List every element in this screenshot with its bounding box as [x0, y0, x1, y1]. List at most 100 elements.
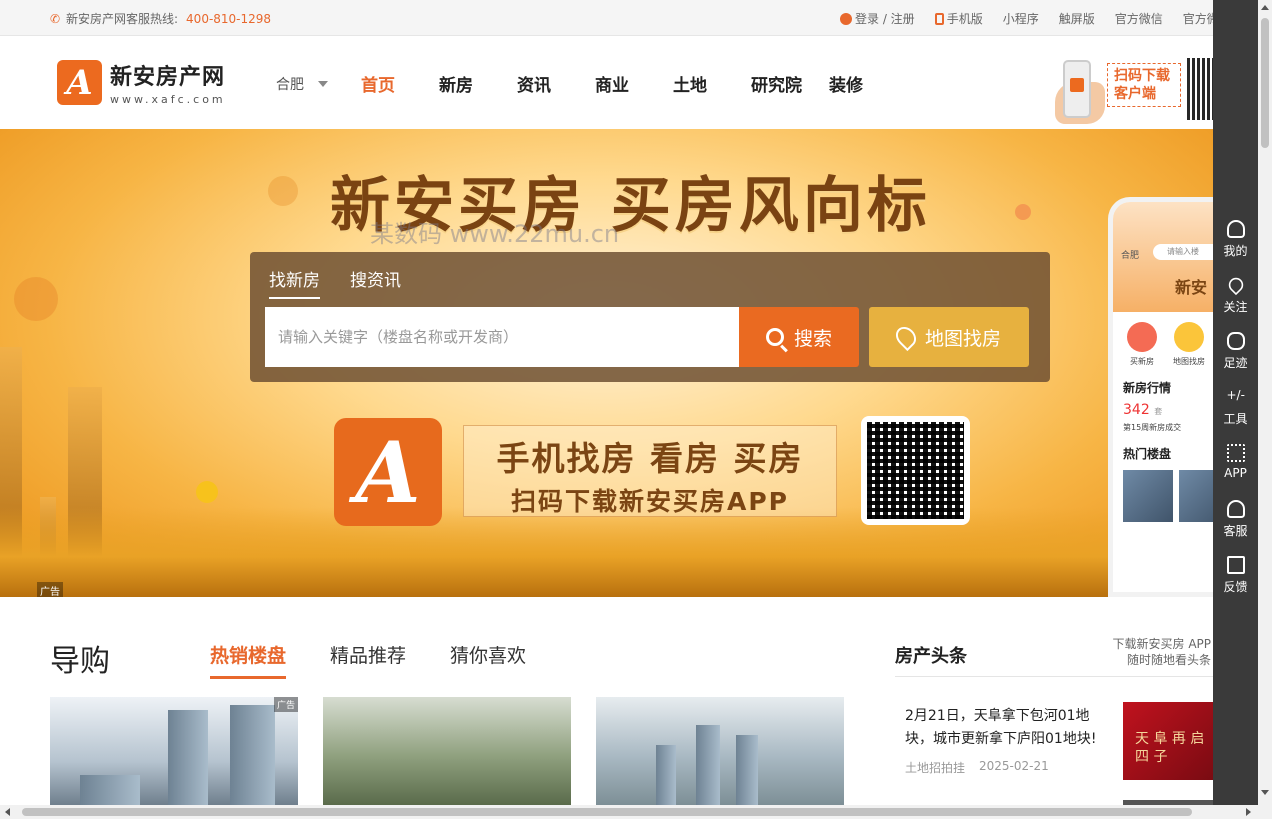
- sidebar-item-history[interactable]: 足迹: [1213, 332, 1258, 371]
- city-selector[interactable]: 合肥: [276, 74, 328, 94]
- phone-sub: 第15周新房成交: [1123, 423, 1182, 432]
- scroll-right-icon[interactable]: [1246, 808, 1251, 816]
- search-button[interactable]: 搜索: [739, 307, 859, 367]
- phone-count: 342 套: [1123, 402, 1163, 418]
- sidebar-item-follow[interactable]: 关注: [1213, 274, 1258, 315]
- guide-tabs: 热销楼盘 精品推荐 猜你喜欢: [210, 641, 526, 679]
- top-links: 登录 / 注册 手机版 小程序 触屏版 官方微信 官方微: [840, 10, 1219, 27]
- login-link[interactable]: 登录 / 注册: [840, 10, 915, 27]
- mobile-link[interactable]: 手机版: [934, 10, 983, 27]
- floating-sidebar: 我的 关注 足迹 工具 APP 客服 反馈: [1213, 0, 1258, 819]
- news-meta: 土地招拍挂 2025-02-21: [905, 759, 1049, 776]
- search-input[interactable]: [265, 307, 739, 367]
- nav-commercial[interactable]: 商业: [595, 71, 673, 96]
- download-text: 扫码下载客户端: [1107, 63, 1181, 107]
- app-qr-code: [861, 416, 970, 525]
- news-headline[interactable]: 2月21日，天阜拿下包河01地块，城市更新拿下庐阳01地块!: [905, 705, 1105, 751]
- qr-code-icon: [1187, 58, 1215, 120]
- hotline: ✆ 新安房产网客服热线: 400-810-1298: [50, 10, 271, 27]
- news-section-title: 房产头条: [895, 646, 967, 667]
- news-download-hint[interactable]: 下载新安买房 APP 随时随地看头条: [1095, 636, 1212, 668]
- phone-thumb: [1123, 470, 1173, 522]
- nav-decoration[interactable]: 装修: [829, 71, 907, 96]
- property-card[interactable]: 广告: [50, 697, 298, 805]
- map-search-button[interactable]: 地图找房: [869, 307, 1029, 367]
- user-icon: [1226, 220, 1245, 238]
- search-panel: 找新房 搜资讯 搜索 地图找房: [250, 252, 1050, 382]
- nav-home[interactable]: 首页: [361, 71, 439, 96]
- scroll-left-icon[interactable]: [5, 808, 10, 816]
- logo-title: 新安房产网: [110, 65, 226, 90]
- phone-icon-label: 地图找房: [1173, 357, 1205, 366]
- tab-recommended[interactable]: 精品推荐: [330, 641, 406, 679]
- sidebar-item-app[interactable]: APP: [1213, 444, 1258, 480]
- map-search-label: 地图找房: [924, 327, 1001, 350]
- miniprogram-link[interactable]: 小程序: [1003, 10, 1039, 27]
- map-icon: [1174, 322, 1204, 352]
- app-logo: A: [334, 418, 442, 526]
- horizontal-scrollbar[interactable]: [0, 805, 1258, 819]
- download-app-promo[interactable]: 扫码下载客户端: [1055, 58, 1215, 130]
- qr-code-icon: [1226, 444, 1245, 462]
- sidebar-item-service[interactable]: 客服: [1213, 500, 1258, 539]
- ad-tag: 广告: [37, 582, 63, 597]
- phone-thumb: [1178, 470, 1213, 522]
- news-thumbnail[interactable]: 天 阜 再 启 四 子: [1123, 702, 1213, 780]
- vertical-scrollbar[interactable]: [1258, 0, 1272, 819]
- scroll-up-icon[interactable]: [1261, 5, 1269, 10]
- property-cards: 广告: [50, 697, 844, 805]
- tab-find-newhouse[interactable]: 找新房: [269, 266, 320, 299]
- phone-search: 请输入楼: [1153, 244, 1213, 260]
- touch-link[interactable]: 触屏版: [1059, 10, 1095, 27]
- sidebar-item-mine[interactable]: 我的: [1213, 220, 1258, 259]
- footprint-icon: [1226, 332, 1245, 350]
- search-tabs: 找新房 搜资讯: [269, 266, 401, 299]
- site-logo[interactable]: A 新安房产网 www.xafc.com: [57, 59, 226, 106]
- property-card[interactable]: [596, 697, 844, 805]
- calculator-icon: [1227, 388, 1245, 406]
- app-promo-line2: 扫码下载新安买房APP: [511, 487, 789, 516]
- wechat-link[interactable]: 官方微信: [1115, 10, 1163, 27]
- decor-orb: [268, 176, 298, 206]
- scroll-thumb[interactable]: [1261, 18, 1269, 148]
- heart-icon: [1225, 274, 1246, 296]
- map-pin-icon: [891, 322, 921, 352]
- decor-orb: [1015, 204, 1031, 220]
- phone-mockup: 合肥 请输入楼 新安 买新房 地图找房 新房行情 342 套 第15周新房成交 …: [1108, 197, 1213, 597]
- scroll-thumb[interactable]: [22, 808, 1192, 816]
- divider: [895, 676, 1213, 677]
- newhouse-icon: [1127, 322, 1157, 352]
- phone-icon-illustration: [1063, 60, 1091, 118]
- decor-orb: [196, 481, 218, 503]
- tab-hot-sale[interactable]: 热销楼盘: [210, 641, 287, 679]
- phone-banner: 新安: [1175, 278, 1208, 297]
- tab-guess-like[interactable]: 猜你喜欢: [450, 641, 526, 679]
- qr-code-icon: [867, 422, 964, 519]
- sidebar-item-feedback[interactable]: 反馈: [1213, 556, 1258, 595]
- feedback-icon: [1226, 556, 1245, 574]
- property-card[interactable]: [323, 697, 571, 805]
- phone-section-title: 新房行情: [1123, 381, 1172, 395]
- header: A 新安房产网 www.xafc.com 合肥 首页 新房 资讯 商业 土地 研…: [0, 36, 1258, 129]
- logo-domain: www.xafc.com: [110, 93, 226, 106]
- app-promo-line1: 手机找房 看房 买房: [496, 439, 804, 478]
- app-promo-text: 手机找房 看房 买房 扫码下载新安买房APP: [463, 425, 837, 517]
- scroll-down-icon[interactable]: [1261, 790, 1269, 795]
- top-bar: ✆ 新安房产网客服热线: 400-810-1298 登录 / 注册 手机版 小程…: [0, 0, 1258, 36]
- search-icon: [765, 328, 784, 346]
- golden-floor: [0, 507, 1213, 597]
- hotline-label: 新安房产网客服热线:: [66, 12, 179, 26]
- tab-search-news[interactable]: 搜资讯: [350, 266, 401, 299]
- nav-news[interactable]: 资讯: [517, 71, 595, 96]
- hero-banner: 新安买房 买房风向标 某数码 www.22mu.cn 找新房 搜资讯 搜索 地图…: [0, 129, 1213, 597]
- nav-land[interactable]: 土地: [673, 71, 751, 96]
- nav-newhouse[interactable]: 新房: [439, 71, 517, 96]
- phone-city: 合肥: [1121, 251, 1140, 261]
- phone-icon: ✆: [50, 11, 61, 26]
- headset-icon: [1226, 500, 1245, 518]
- nav-research[interactable]: 研究院: [751, 71, 829, 96]
- decor-orb: [14, 277, 58, 321]
- search-button-label: 搜索: [793, 327, 832, 350]
- watermark: 某数码 www.22mu.cn: [370, 220, 620, 248]
- sidebar-item-tools[interactable]: 工具: [1213, 388, 1258, 427]
